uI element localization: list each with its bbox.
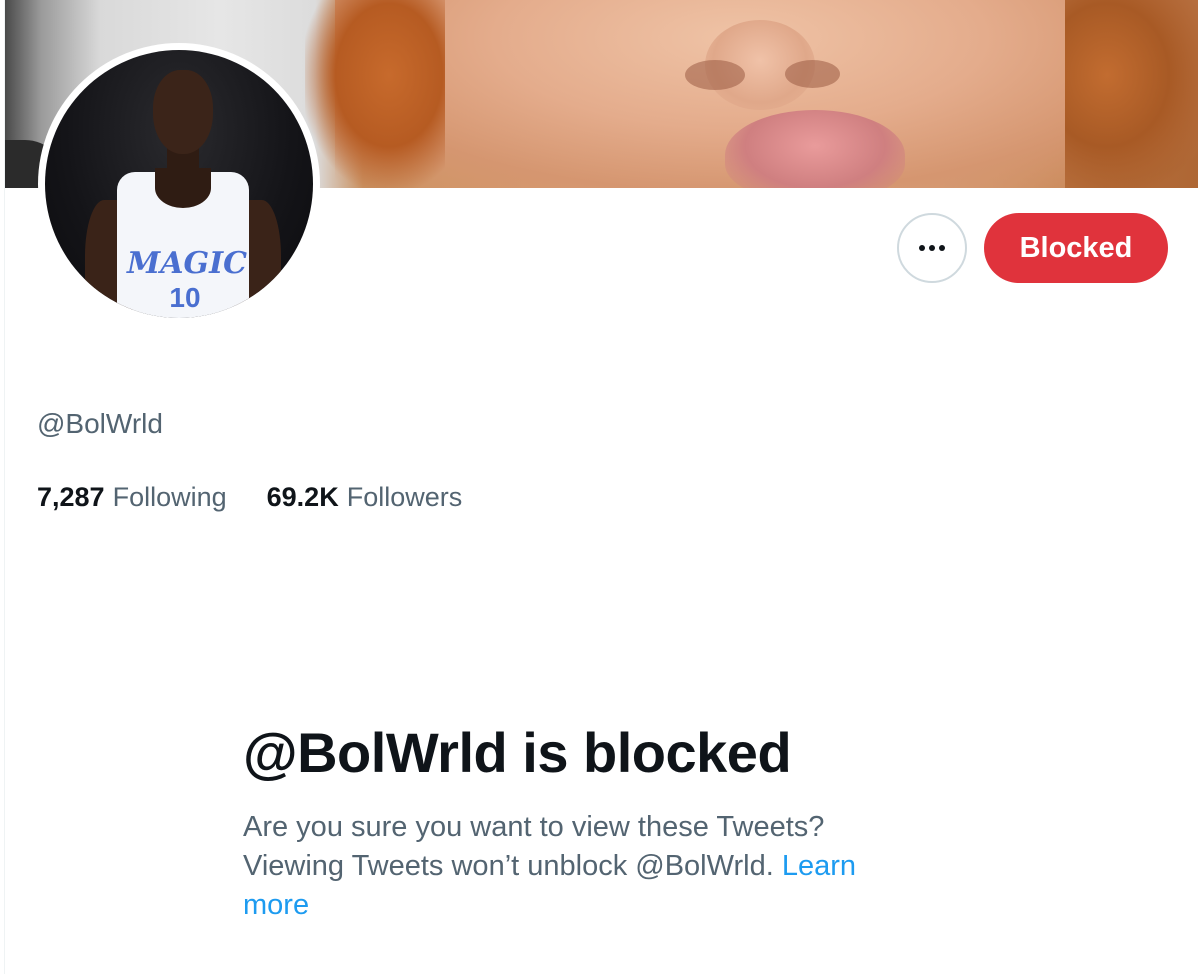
- followers-link[interactable]: 69.2K Followers: [267, 482, 463, 513]
- profile-stats: 7,287 Following 69.2K Followers: [37, 482, 462, 513]
- blocked-notice-description: Are you sure you want to view these Twee…: [243, 808, 923, 925]
- profile-avatar[interactable]: MAGIC 10: [38, 43, 320, 325]
- followers-label: Followers: [346, 482, 463, 512]
- following-label: Following: [112, 482, 227, 512]
- more-options-button[interactable]: [897, 213, 967, 283]
- blocked-button[interactable]: Blocked: [984, 213, 1168, 283]
- profile-page: MAGIC 10 Blocked @BolWrld 7,287 Followin…: [0, 0, 1198, 974]
- blocked-notice-text: Are you sure you want to view these Twee…: [243, 811, 825, 882]
- ellipsis-icon: [919, 245, 945, 251]
- blocked-notice-title: @BolWrld is blocked: [243, 721, 792, 784]
- avatar-photo: MAGIC 10: [45, 50, 313, 318]
- following-link[interactable]: 7,287 Following: [37, 482, 227, 513]
- avatar-jersey-text: MAGIC: [127, 246, 248, 281]
- avatar-jersey-number: 10: [169, 282, 201, 313]
- following-count: 7,287: [37, 482, 105, 512]
- followers-count: 69.2K: [266, 482, 339, 512]
- profile-handle: @BolWrld: [37, 408, 163, 439]
